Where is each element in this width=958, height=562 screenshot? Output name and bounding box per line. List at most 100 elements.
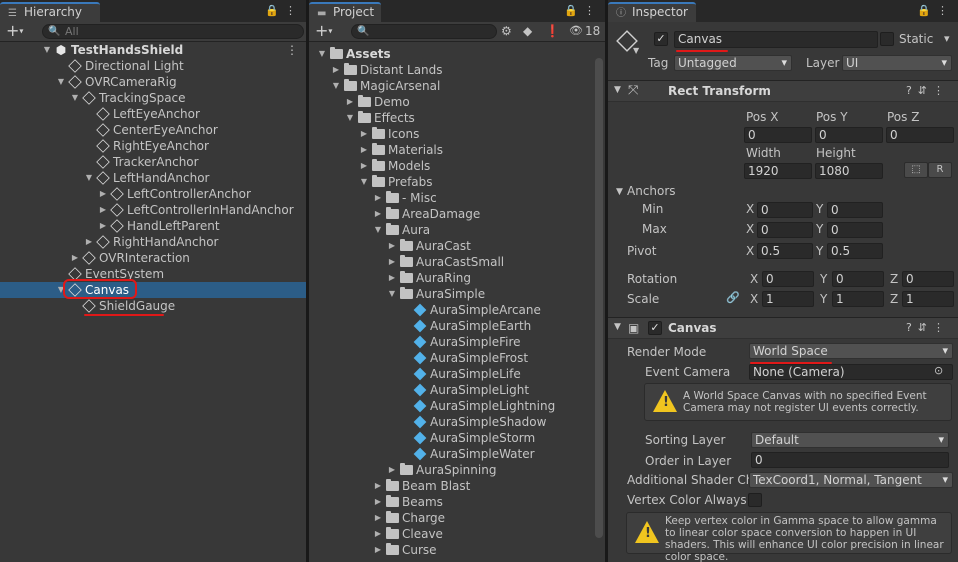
rotation-y-field[interactable]: 0 (832, 271, 884, 287)
project-item[interactable]: AuraSimpleEarth (309, 318, 605, 334)
sorting-layer-dropdown[interactable]: Default (751, 432, 949, 448)
collapse-arrow-icon[interactable]: ▶ (373, 526, 383, 542)
project-item[interactable]: ▼ Aura (309, 222, 605, 238)
tag-dropdown[interactable]: Untagged (674, 55, 792, 71)
collapse-arrow-icon[interactable]: ▶ (373, 190, 383, 206)
hierarchy-search-input[interactable]: 🔍 All (42, 24, 304, 39)
hierarchy-item[interactable]: ▼ TrackingSpace (0, 90, 306, 106)
project-item[interactable]: ▼ Effects (309, 110, 605, 126)
pivot-x-field[interactable]: 0.5 (757, 243, 813, 259)
expand-arrow-icon[interactable]: ▼ (42, 42, 52, 58)
expand-arrow-icon[interactable]: ▼ (345, 110, 355, 126)
hierarchy-item[interactable]: RightEyeAnchor (0, 138, 306, 154)
scale-z-field[interactable]: 1 (902, 291, 954, 307)
height-field[interactable]: 1080 (815, 163, 883, 179)
project-item[interactable]: ▶ Demo (309, 94, 605, 110)
collapse-arrow-icon[interactable]: ▶ (373, 494, 383, 510)
rect-transform-header[interactable]: ▼ ⤧ Rect Transform ?⇵⋮ (608, 80, 958, 102)
static-dropdown-arrow[interactable]: ▾ (944, 32, 950, 45)
collapse-arrow-icon[interactable]: ▶ (98, 186, 108, 202)
rotation-z-field[interactable]: 0 (902, 271, 954, 287)
project-item[interactable]: ▶ Curse (309, 542, 605, 558)
expand-arrow-icon[interactable]: ▼ (359, 174, 369, 190)
max-y-field[interactable]: 0 (827, 222, 883, 238)
collapse-arrow-icon[interactable]: ▶ (359, 142, 369, 158)
project-item[interactable]: ▶ AuraSpinning (309, 462, 605, 478)
collapse-arrow-icon[interactable]: ▶ (345, 94, 355, 110)
project-item[interactable]: ▶ Distant Lands (309, 62, 605, 78)
foldout-arrow[interactable]: ▼ (614, 322, 621, 332)
project-item[interactable]: AuraSimpleLife (309, 366, 605, 382)
active-checkbox[interactable]: ✓ (654, 32, 668, 46)
vertex-color-checkbox[interactable] (748, 493, 762, 507)
component-help-icons[interactable]: ?⇵⋮ (906, 84, 950, 97)
constrain-proportions-icon[interactable]: 🔗 (726, 291, 740, 304)
collapse-arrow-icon[interactable]: ▶ (387, 254, 397, 270)
shader-channels-dropdown[interactable]: TexCoord1, Normal, Tangent (749, 472, 953, 488)
hierarchy-item[interactable]: LeftEyeAnchor (0, 106, 306, 122)
event-camera-field[interactable]: None (Camera) (749, 364, 953, 380)
project-item[interactable]: ▼ Prefabs (309, 174, 605, 190)
pivot-y-field[interactable]: 0.5 (827, 243, 883, 259)
max-x-field[interactable]: 0 (757, 222, 813, 238)
hierarchy-item[interactable]: ShieldGauge (0, 298, 306, 314)
expand-arrow-icon[interactable]: ▼ (317, 46, 327, 62)
hierarchy-item[interactable]: ▶ OVRInteraction (0, 250, 306, 266)
project-item[interactable]: ▼ MagicArsenal (309, 78, 605, 94)
expand-arrow-icon[interactable]: ▼ (373, 222, 383, 238)
project-item[interactable]: AuraSimpleFire (309, 334, 605, 350)
project-item[interactable]: AuraSimpleShadow (309, 414, 605, 430)
project-item[interactable]: ▶ Cleave (309, 526, 605, 542)
project-item[interactable]: ▶ Models (309, 158, 605, 174)
collapse-arrow-icon[interactable]: ▶ (331, 62, 341, 78)
icon-dropdown-arrow[interactable]: ▼ (633, 46, 639, 55)
project-item[interactable]: AuraSimpleWater (309, 446, 605, 462)
object-picker-icon[interactable]: ⊙ (934, 364, 943, 377)
min-y-field[interactable]: 0 (827, 202, 883, 218)
expand-arrow-icon[interactable]: ▼ (56, 74, 66, 90)
hierarchy-item[interactable]: ▶ LeftControllerInHandAnchor (0, 202, 306, 218)
collapse-arrow-icon[interactable]: ▶ (359, 158, 369, 174)
project-item[interactable]: ▶ AuraCast (309, 238, 605, 254)
canvas-enabled-checkbox[interactable]: ✓ (648, 321, 662, 335)
anchors-foldout-arrow[interactable]: ▼ (616, 187, 623, 197)
project-item[interactable]: ▶ Beam Blast (309, 478, 605, 494)
component-help-icons[interactable]: ?⇵⋮ (906, 321, 950, 334)
project-item[interactable]: ▶ AuraCastSmall (309, 254, 605, 270)
project-item[interactable]: AuraSimpleFrost (309, 350, 605, 366)
tab-options[interactable]: 🔒⋮ (564, 4, 601, 17)
create-button[interactable]: +▾ (6, 22, 23, 41)
hierarchy-item[interactable]: ▼ ⬢ TestHandsShield (0, 42, 306, 58)
hierarchy-item[interactable]: ▼ LeftHandAnchor (0, 170, 306, 186)
project-item[interactable]: AuraSimpleStorm (309, 430, 605, 446)
hierarchy-item[interactable]: EventSystem (0, 266, 306, 282)
blueprint-mode-button[interactable]: ⬚ (904, 162, 928, 178)
tab-hierarchy[interactable]: ☰ Hierarchy (0, 2, 100, 22)
tab-project[interactable]: ▬ Project (309, 2, 381, 22)
width-field[interactable]: 1920 (744, 163, 812, 179)
object-name-field[interactable]: Canvas (674, 31, 878, 48)
scale-x-field[interactable]: 1 (762, 291, 814, 307)
static-checkbox[interactable] (880, 32, 894, 46)
hierarchy-item[interactable]: TrackerAnchor (0, 154, 306, 170)
label-filter-icon[interactable]: ◆ (523, 24, 532, 38)
rotation-x-field[interactable]: 0 (762, 271, 814, 287)
foldout-arrow[interactable]: ▼ (614, 85, 621, 95)
collapse-arrow-icon[interactable]: ▶ (373, 542, 383, 558)
layer-dropdown[interactable]: UI (842, 55, 952, 71)
project-item[interactable]: ▶ - Misc (309, 190, 605, 206)
warning-filter-icon[interactable]: ❗ (545, 24, 560, 38)
project-item[interactable]: AuraSimpleLightning (309, 398, 605, 414)
create-button[interactable]: +▾ (315, 22, 332, 41)
collapse-arrow-icon[interactable]: ▶ (359, 126, 369, 142)
raw-edit-button[interactable]: R (928, 162, 952, 178)
collapse-arrow-icon[interactable]: ▶ (387, 462, 397, 478)
project-item[interactable]: ▼ AuraSimple (309, 286, 605, 302)
tab-options[interactable]: 🔒⋮ (917, 4, 954, 17)
collapse-arrow-icon[interactable]: ▶ (84, 234, 94, 250)
hierarchy-item[interactable]: ▼ Canvas (0, 282, 306, 298)
collapse-arrow-icon[interactable]: ▶ (373, 478, 383, 494)
scale-y-field[interactable]: 1 (832, 291, 884, 307)
collapse-arrow-icon[interactable]: ▶ (98, 218, 108, 234)
min-x-field[interactable]: 0 (757, 202, 813, 218)
